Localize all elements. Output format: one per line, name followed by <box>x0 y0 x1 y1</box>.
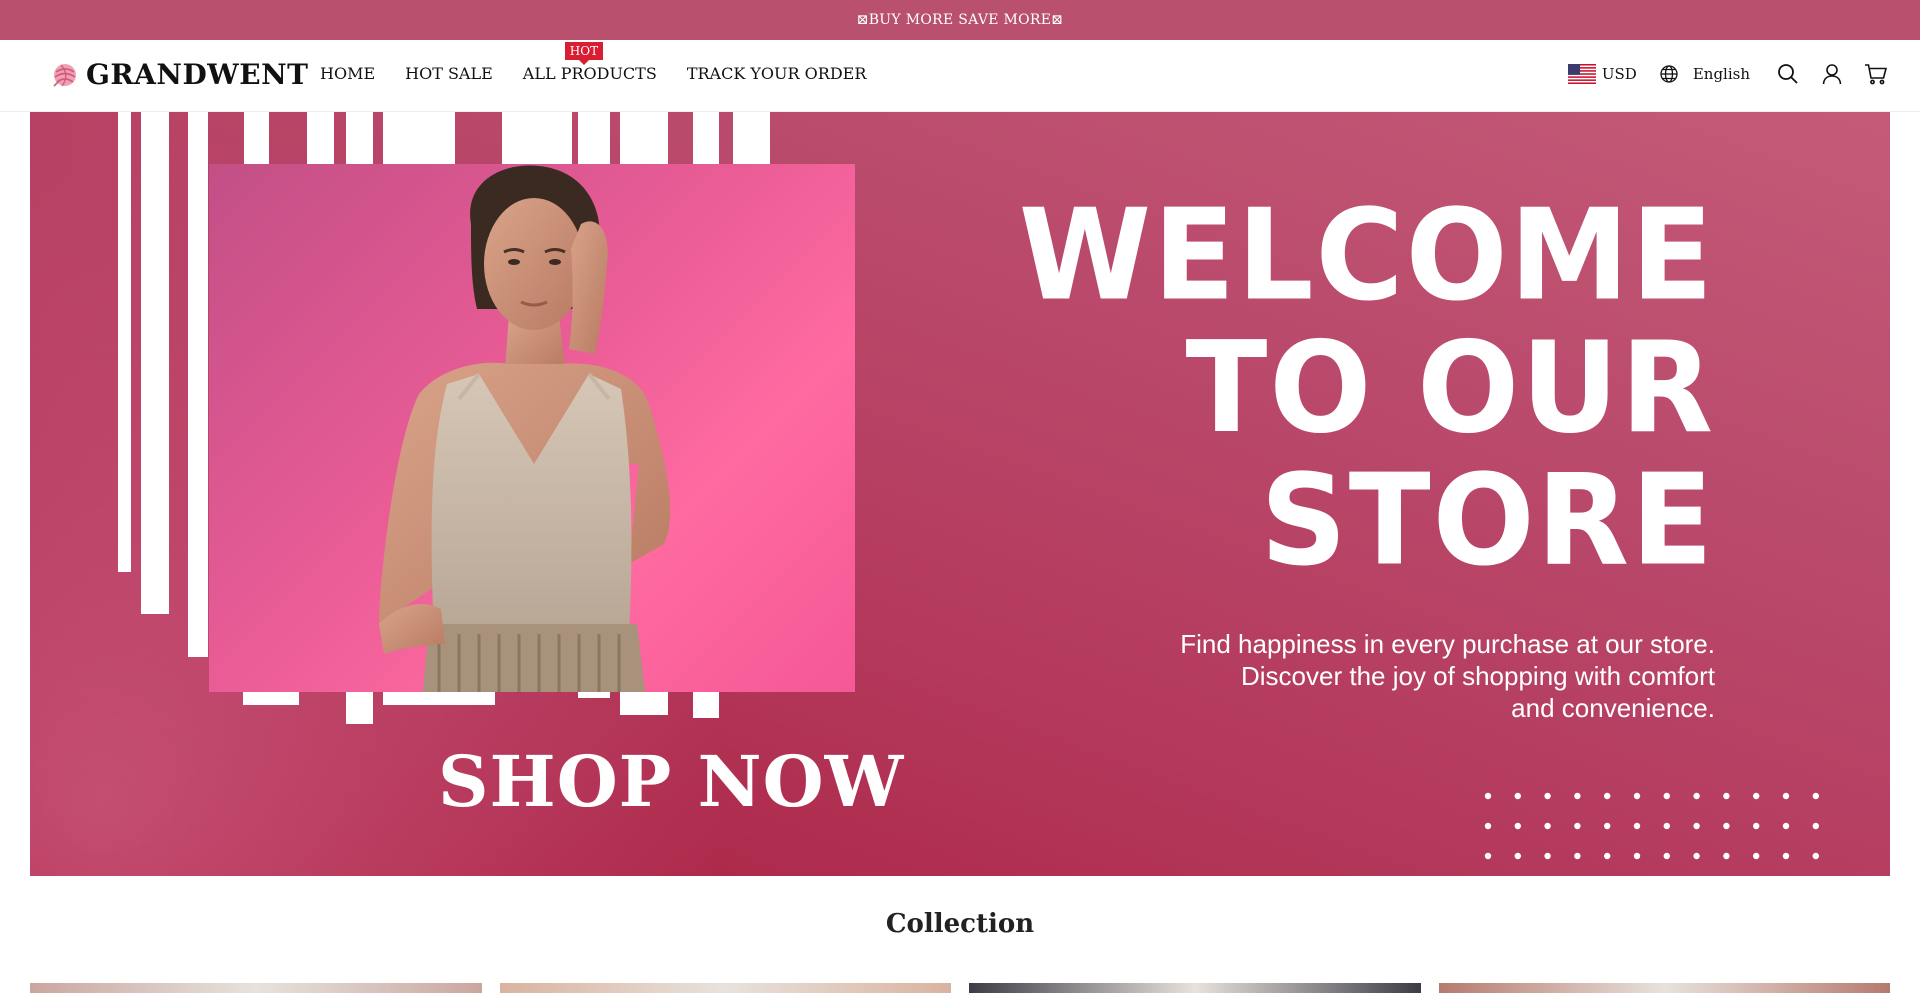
yarn-ball-icon <box>53 63 76 87</box>
decor-dot <box>1633 822 1641 830</box>
decor-dot <box>1693 852 1700 860</box>
decor-dot-grid <box>1482 790 1822 870</box>
decor-dot <box>1484 792 1492 800</box>
decor-dot <box>1753 822 1760 830</box>
decor-dot <box>1574 822 1581 830</box>
language-label: English <box>1692 65 1750 83</box>
search-button[interactable] <box>1774 60 1802 88</box>
hero-subtitle: Find happiness in every purchase at our … <box>1075 628 1715 724</box>
decor-dot <box>1723 792 1730 800</box>
decor-dot <box>1604 792 1611 800</box>
decor-stripe <box>502 112 572 164</box>
decor-stripe <box>383 692 495 705</box>
decor-stripe <box>578 112 610 164</box>
decor-dot <box>1812 822 1819 830</box>
decor-dot <box>1484 822 1492 830</box>
decor-dot <box>1514 822 1521 830</box>
site-header: GRANDWENT HOME HOT SALE ALL PRODUCTS HOT… <box>0 40 1920 112</box>
decor-stripe <box>307 112 334 164</box>
decor-dot <box>1663 792 1670 800</box>
collection-title: Collection <box>885 909 1035 939</box>
decor-dot <box>1633 792 1641 800</box>
decor-dot <box>1544 852 1551 860</box>
decor-stripe <box>141 112 169 614</box>
decor-stripe <box>244 112 269 164</box>
decor-dot <box>1753 852 1760 860</box>
decor-dot <box>1693 792 1700 800</box>
decor-stripe <box>733 112 770 164</box>
currency-label: USD <box>1601 65 1637 83</box>
shop-now-button[interactable]: SHOP NOW <box>438 744 904 820</box>
decor-dot <box>1723 822 1730 830</box>
nav-all-products-label: ALL PRODUCTS <box>522 64 657 83</box>
nav-track-order[interactable]: TRACK YOUR ORDER <box>687 64 867 83</box>
collection-cards <box>30 983 1890 993</box>
decor-dot <box>1484 852 1492 860</box>
decor-stripe <box>693 692 719 718</box>
decor-dot <box>1693 822 1700 830</box>
hero-subtitle-line: Discover the joy of shopping with comfor… <box>1241 661 1715 691</box>
collection-card[interactable] <box>1438 983 1890 993</box>
collection-card[interactable] <box>499 983 951 993</box>
account-button[interactable] <box>1818 60 1846 88</box>
hero-banner[interactable]: WELCOME TO OUR STORE Find happiness in e… <box>30 112 1890 876</box>
decor-dot <box>1514 792 1521 800</box>
decor-dot <box>1663 822 1670 830</box>
currency-selector[interactable]: USD <box>1567 64 1637 84</box>
us-flag-icon <box>1567 64 1596 84</box>
hero-subtitle-line: Find happiness in every purchase at our … <box>1180 629 1715 659</box>
hero-title-line: STORE <box>1260 447 1715 594</box>
main-nav: HOME HOT SALE ALL PRODUCTS HOT TRACK YOU… <box>320 42 867 83</box>
decor-stripe <box>188 112 208 657</box>
decor-stripe <box>346 692 373 724</box>
collection-card[interactable] <box>969 983 1421 993</box>
hot-badge: HOT <box>564 42 604 65</box>
decor-dot <box>1663 852 1670 860</box>
decor-dot <box>1812 792 1819 800</box>
search-icon <box>1778 64 1798 84</box>
decor-stripe <box>578 692 610 698</box>
model-illustration <box>379 165 671 692</box>
decor-dot <box>1574 792 1581 800</box>
decor-dot <box>1574 852 1581 860</box>
hero-title-line: TO OUR <box>1185 315 1715 462</box>
announcement-text: ⊠BUY MORE SAVE MORE⊠ <box>856 12 1064 28</box>
decor-dot <box>1604 822 1611 830</box>
model-photo <box>209 164 855 692</box>
decor-stripe <box>346 112 373 164</box>
language-selector[interactable]: English <box>1659 64 1750 84</box>
account-icon <box>1822 64 1842 85</box>
decor-dot <box>1633 852 1641 860</box>
cart-icon <box>1865 64 1888 85</box>
hero-title: WELCOME TO OUR STORE <box>1018 183 1715 594</box>
decor-stripe <box>620 112 668 164</box>
nav-hot-sale[interactable]: HOT SALE <box>405 64 493 83</box>
hero-title-line: WELCOME <box>1018 183 1715 330</box>
decor-stripe <box>243 692 299 705</box>
header-utilities: USD English <box>1567 60 1890 88</box>
store-logo[interactable]: GRANDWENT <box>50 58 309 91</box>
collection-card[interactable] <box>30 983 482 993</box>
decor-dot <box>1544 792 1551 800</box>
decor-stripe <box>118 112 131 572</box>
nav-home[interactable]: HOME <box>320 64 375 83</box>
decor-stripe <box>693 112 719 164</box>
decor-dot <box>1812 852 1819 860</box>
logo-text: GRANDWENT <box>86 58 309 91</box>
decor-dot <box>1514 852 1521 860</box>
globe-icon <box>1660 65 1678 83</box>
cart-button[interactable] <box>1862 60 1890 88</box>
decor-dot <box>1604 852 1611 860</box>
decor-dot <box>1723 852 1730 860</box>
decor-dot <box>1782 822 1790 830</box>
decor-dot <box>1544 822 1551 830</box>
announcement-bar: ⊠BUY MORE SAVE MORE⊠ <box>0 0 1920 40</box>
decor-dot <box>1782 852 1790 860</box>
nav-all-products[interactable]: ALL PRODUCTS HOT <box>522 42 657 83</box>
decor-stripe <box>620 692 668 715</box>
decor-stripe <box>383 112 455 164</box>
hero-subtitle-line: and convenience. <box>1511 693 1715 723</box>
decor-dot <box>1782 792 1790 800</box>
decor-dot <box>1753 792 1760 800</box>
